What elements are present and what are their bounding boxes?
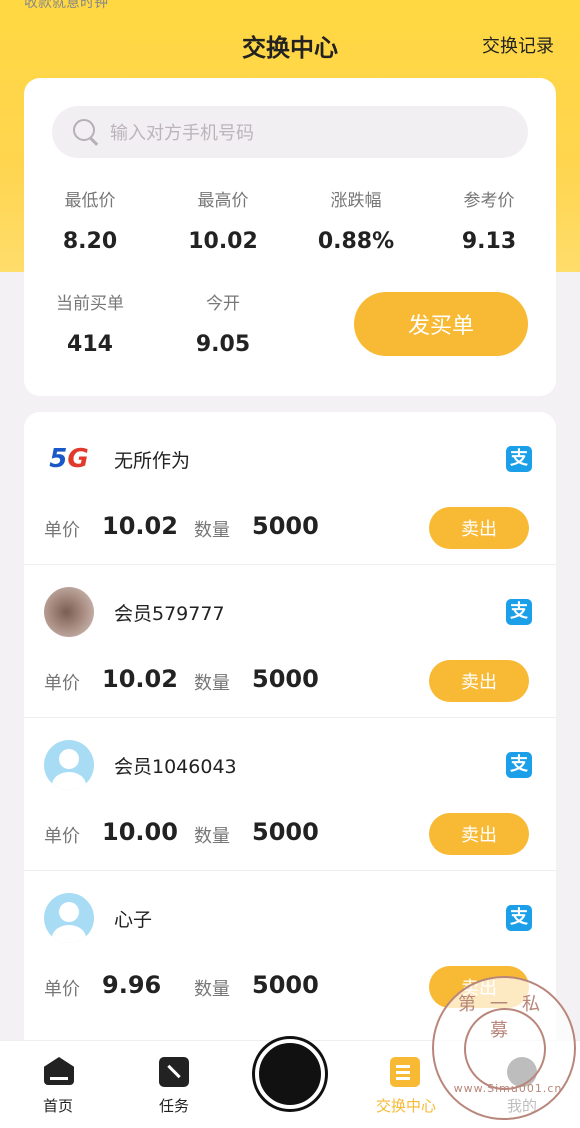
quantity-value: 5000 — [252, 818, 319, 846]
price-value: 10.02 — [102, 512, 178, 540]
status-bar-text: 收款就意时钟 — [24, 0, 108, 11]
market-summary-card: 输入对方手机号码 最低价 8.20 最高价 10.02 涨跌幅 0.88% 参考… — [24, 78, 556, 396]
stat-today-open: 今开 9.05 — [158, 289, 288, 357]
price-label: 单价 — [44, 520, 80, 541]
stat-high-price: 最高价 10.02 — [158, 186, 288, 254]
quantity-label: 数量 — [194, 673, 230, 694]
member-name: 无所作为 — [114, 450, 191, 472]
order-list: 5G 无所作为 支 单价 10.02 数量 5000 卖出 会员579777 支… — [24, 412, 556, 1052]
stat-label: 今开 — [206, 294, 240, 314]
stat-low-price: 最低价 8.20 — [25, 186, 155, 254]
stat-value: 10.02 — [188, 229, 258, 254]
quantity-label: 数量 — [194, 979, 230, 1000]
quantity-label: 数量 — [194, 826, 230, 847]
tab-home[interactable]: 首页 — [8, 1041, 108, 1128]
member-name: 会员1046043 — [114, 756, 237, 778]
exchange-icon — [390, 1057, 420, 1087]
stat-label: 当前买单 — [56, 294, 124, 314]
task-icon — [159, 1057, 189, 1087]
member-name: 心子 — [114, 909, 153, 931]
quantity-value: 5000 — [252, 665, 319, 693]
watermark-inner-ring — [464, 1008, 546, 1090]
avatar — [44, 740, 94, 790]
stat-change-percent: 涨跌幅 0.88% — [291, 186, 421, 254]
member-name: 会员579777 — [114, 603, 225, 625]
quantity-value: 5000 — [252, 971, 319, 999]
list-item: 5G 无所作为 支 单价 10.02 数量 5000 卖出 — [24, 412, 556, 565]
price-label: 单价 — [44, 826, 80, 847]
sell-button[interactable]: 卖出 — [429, 660, 529, 702]
search-input[interactable]: 输入对方手机号码 — [52, 106, 528, 158]
stat-value: 9.05 — [195, 332, 251, 357]
stat-reference-price: 参考价 9.13 — [424, 186, 554, 254]
price-label: 单价 — [44, 673, 80, 694]
tab-label: 首页 — [42, 1097, 73, 1115]
stat-label: 参考价 — [463, 191, 515, 211]
price-value: 10.02 — [102, 665, 178, 693]
alipay-icon: 支 — [506, 599, 532, 625]
sell-button[interactable]: 卖出 — [429, 813, 529, 855]
list-item: 会员579777 支 单价 10.02 数量 5000 卖出 — [24, 565, 556, 718]
tab-label: 任务 — [158, 1097, 189, 1115]
tab-label: 交换中心 — [375, 1097, 436, 1115]
watermark-url: www.Simu001.cn — [453, 1082, 563, 1095]
center-action-button[interactable] — [255, 1039, 325, 1109]
stat-label: 涨跌幅 — [330, 191, 382, 211]
alipay-icon: 支 — [506, 905, 532, 931]
stat-value: 0.88% — [317, 229, 395, 254]
stat-current-orders: 当前买单 414 — [25, 289, 155, 357]
avatar — [44, 893, 94, 943]
price-value: 10.00 — [102, 818, 178, 846]
price-label: 单价 — [44, 979, 80, 1000]
watermark-seal: 第一私募 www.Simu001.cn — [432, 976, 576, 1120]
alipay-icon: 支 — [506, 752, 532, 778]
search-icon — [72, 118, 100, 146]
stat-value: 8.20 — [62, 229, 118, 254]
exchange-history-link[interactable]: 交换记录 — [482, 32, 554, 58]
home-icon — [44, 1057, 74, 1085]
stat-value: 9.13 — [461, 229, 517, 254]
tab-task[interactable]: 任务 — [124, 1041, 224, 1128]
post-buy-order-button[interactable]: 发买单 — [354, 292, 528, 356]
avatar: 5G — [44, 434, 94, 484]
stat-value: 414 — [67, 332, 113, 357]
stat-label: 最高价 — [197, 191, 249, 211]
search-placeholder: 输入对方手机号码 — [110, 123, 254, 144]
list-item: 会员1046043 支 单价 10.00 数量 5000 卖出 — [24, 718, 556, 871]
alipay-icon: 支 — [506, 446, 532, 472]
sell-button[interactable]: 卖出 — [429, 507, 529, 549]
stat-label: 最低价 — [64, 191, 116, 211]
avatar — [44, 587, 94, 637]
price-value: 9.96 — [102, 971, 162, 999]
quantity-label: 数量 — [194, 520, 230, 541]
quantity-value: 5000 — [252, 512, 319, 540]
